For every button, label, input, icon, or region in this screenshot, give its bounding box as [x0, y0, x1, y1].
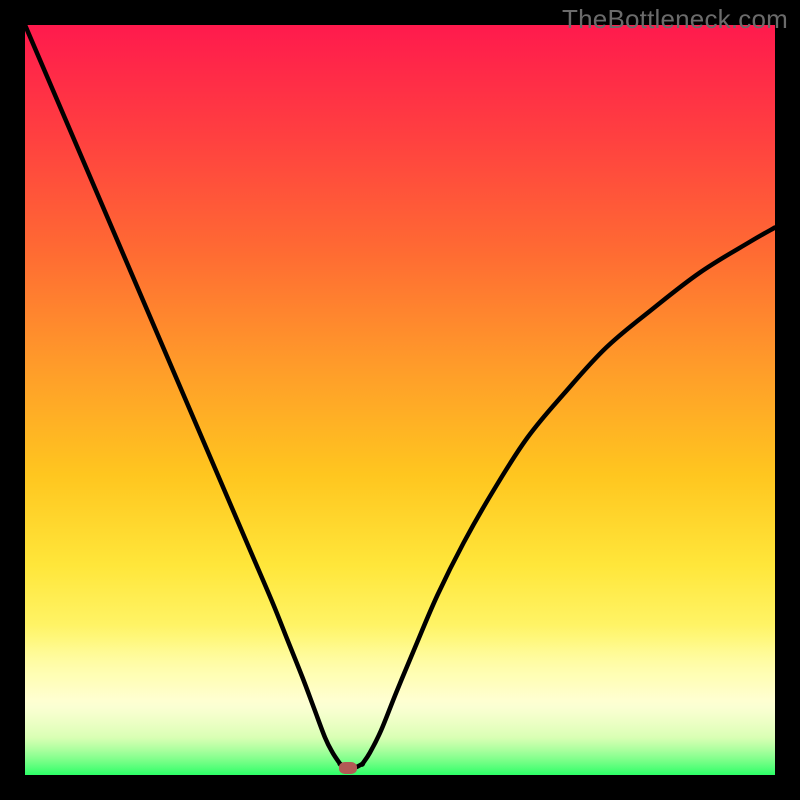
plot-area [25, 25, 775, 775]
bottleneck-curve [25, 25, 775, 775]
optimal-marker [339, 762, 357, 774]
watermark-text: TheBottleneck.com [562, 4, 788, 35]
curve-path [25, 25, 775, 768]
chart-frame: TheBottleneck.com [0, 0, 800, 800]
